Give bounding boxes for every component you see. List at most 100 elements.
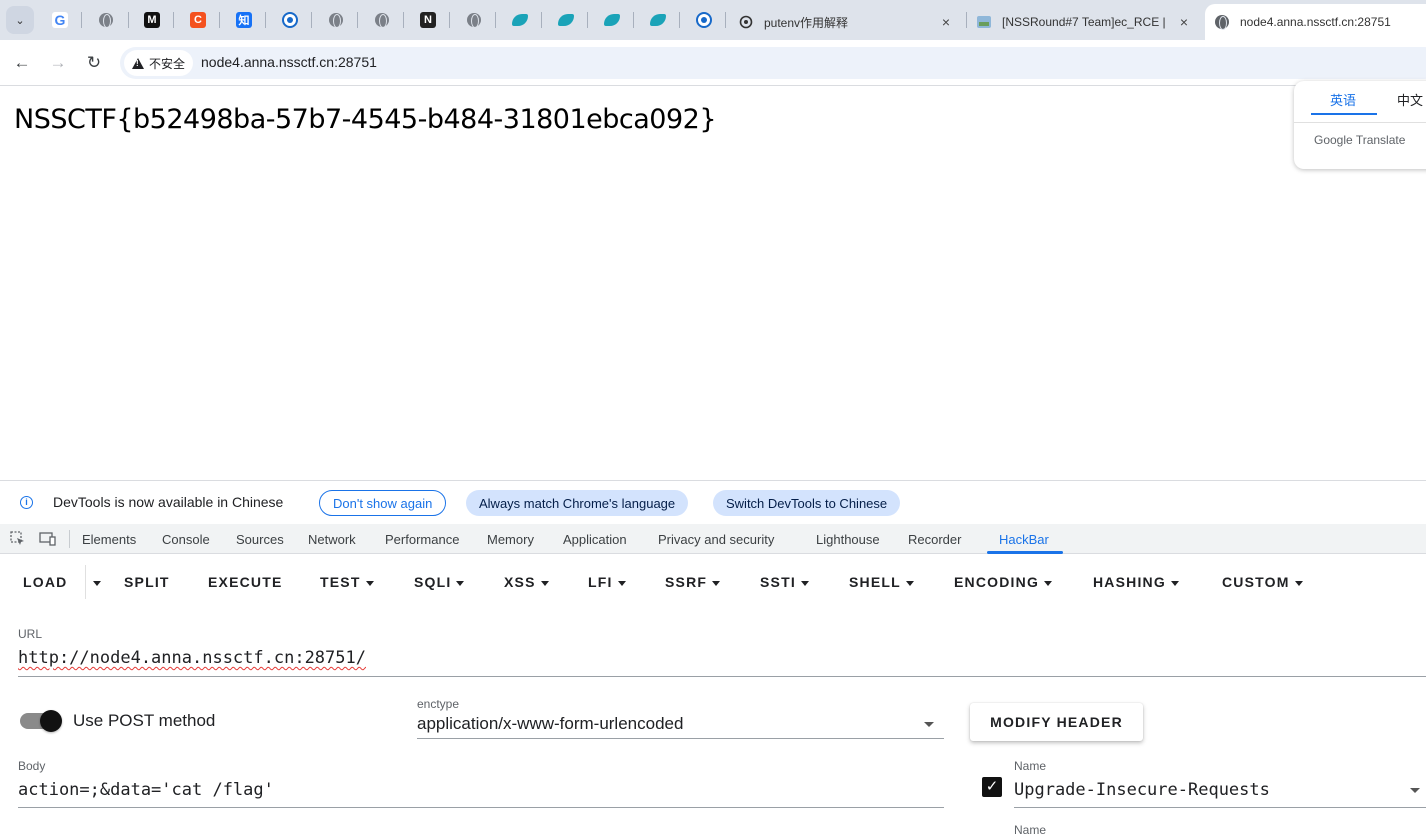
- tab-title: putenv作用解释: [764, 15, 849, 30]
- pinned-tab-circle[interactable]: [694, 10, 714, 30]
- toggle-knob[interactable]: [40, 710, 62, 732]
- pinned-tab-bird[interactable]: [556, 10, 576, 30]
- tab-putenv[interactable]: putenv作用解释 ×: [730, 4, 962, 40]
- page-content: NSSCTF{b52498ba-57b7-4545-b484-31801ebca…: [0, 81, 1426, 479]
- url-underline: [18, 676, 1426, 677]
- pinned-tab-globe[interactable]: [372, 10, 392, 30]
- custom-menu[interactable]: CUSTOM: [1222, 574, 1303, 590]
- circle-logo-icon: [282, 12, 298, 28]
- tab-lighthouse[interactable]: Lighthouse: [816, 532, 880, 547]
- pinned-tab-bird[interactable]: [602, 10, 622, 30]
- pinned-tab-globe[interactable]: [96, 10, 116, 30]
- pinned-tab-medium[interactable]: M: [142, 10, 162, 30]
- ssti-menu[interactable]: SSTI: [760, 574, 809, 590]
- openai-icon: [738, 14, 754, 30]
- csdn-icon: C: [190, 12, 206, 28]
- menu-label: XSS: [504, 574, 536, 590]
- pinned-tab-globe[interactable]: [326, 10, 346, 30]
- sqli-menu[interactable]: SQLI: [414, 574, 465, 590]
- tab-divider: [725, 12, 726, 28]
- forward-button[interactable]: →: [46, 51, 70, 75]
- tab-application[interactable]: Application: [563, 532, 627, 547]
- close-icon[interactable]: ×: [938, 14, 954, 30]
- close-icon[interactable]: ×: [1176, 14, 1192, 30]
- encoding-menu[interactable]: ENCODING: [954, 574, 1053, 590]
- tab-elements[interactable]: Elements: [82, 532, 136, 547]
- security-chip[interactable]: 不安全: [124, 50, 194, 76]
- caret-down-icon: [456, 580, 465, 586]
- xss-menu[interactable]: XSS: [504, 574, 549, 590]
- dropdown-arrow-icon[interactable]: [924, 722, 934, 727]
- caret-down-icon: [1044, 580, 1053, 586]
- switch-devtools-chinese-button[interactable]: Switch DevTools to Chinese: [713, 490, 901, 516]
- tab-search-button[interactable]: ⌄: [6, 6, 34, 34]
- tab-privacy-security[interactable]: Privacy and security: [658, 532, 774, 547]
- modify-header-button[interactable]: MODIFY HEADER: [970, 703, 1143, 741]
- shell-menu[interactable]: SHELL: [849, 574, 914, 590]
- caret-down-icon: [365, 580, 374, 586]
- tab-performance[interactable]: Performance: [385, 532, 459, 547]
- address-bar[interactable]: 不安全 node4.anna.nssctf.cn:28751: [120, 47, 1426, 79]
- tab-recorder[interactable]: Recorder: [908, 532, 961, 547]
- security-label: 不安全: [149, 56, 186, 71]
- caret-down-icon: [800, 580, 809, 586]
- body-input[interactable]: action=;&data='cat /flag': [18, 780, 274, 800]
- pinned-tab-csdn[interactable]: C: [188, 10, 208, 30]
- tab-divider: [587, 12, 588, 28]
- tab-nssround[interactable]: [NSSRound#7 Team]ec_RCE | ×: [968, 4, 1200, 40]
- load-options-dropdown[interactable]: [88, 574, 101, 590]
- translate-tab-chinese[interactable]: 中文: [1397, 90, 1423, 109]
- menu-label: ENCODING: [954, 574, 1040, 590]
- address-url[interactable]: node4.anna.nssctf.cn:28751: [201, 54, 377, 70]
- back-button[interactable]: ←: [10, 51, 34, 75]
- pinned-tab-google[interactable]: G: [50, 10, 70, 30]
- header-name-label: Name: [1014, 823, 1047, 837]
- browser-toolbar: ← → ↻ 不安全 node4.anna.nssctf.cn:28751: [0, 40, 1426, 86]
- inspect-element-icon[interactable]: [10, 531, 26, 547]
- pinned-tab-bird[interactable]: [648, 10, 668, 30]
- tab-hackbar[interactable]: HackBar: [999, 532, 1049, 547]
- test-menu[interactable]: TEST: [320, 574, 374, 590]
- pinned-tab-globe[interactable]: [464, 10, 484, 30]
- dropdown-arrow-icon[interactable]: [1410, 788, 1420, 793]
- hashing-menu[interactable]: HASHING: [1093, 574, 1179, 590]
- load-button[interactable]: LOAD: [23, 574, 67, 590]
- pinned-tab-zhihu[interactable]: 知: [234, 10, 254, 30]
- tab-memory[interactable]: Memory: [487, 532, 534, 547]
- chevron-down-icon: ⌄: [15, 14, 25, 27]
- pinned-tab-notion[interactable]: N: [418, 10, 438, 30]
- header-enabled-checkbox[interactable]: ✓: [982, 777, 1002, 797]
- bird-icon: [650, 14, 666, 26]
- tab-divider: [403, 12, 404, 28]
- pinned-tab-circle[interactable]: [280, 10, 300, 30]
- tab-network[interactable]: Network: [308, 532, 356, 547]
- active-tab-indicator: [987, 551, 1063, 554]
- caret-down-icon: [617, 580, 626, 586]
- dont-show-again-button[interactable]: Don't show again: [319, 490, 447, 516]
- split-button[interactable]: SPLIT: [124, 574, 170, 590]
- enctype-select[interactable]: application/x-www-form-urlencoded: [417, 714, 683, 734]
- lfi-menu[interactable]: LFI: [588, 574, 626, 590]
- translate-tab-indicator: [1311, 113, 1377, 115]
- translate-divider: [1294, 122, 1426, 123]
- medium-icon: M: [144, 12, 160, 28]
- tab-divider: [219, 12, 220, 28]
- translate-tab-english[interactable]: 英语: [1330, 90, 1356, 109]
- enctype-label: enctype: [417, 697, 460, 711]
- pinned-tab-bird[interactable]: [510, 10, 530, 30]
- tab-title: [NSSRound#7 Team]ec_RCE |: [1002, 15, 1166, 29]
- url-input[interactable]: http://node4.anna.nssctf.cn:28751/: [18, 648, 366, 668]
- execute-button[interactable]: EXECUTE: [208, 574, 283, 590]
- ssrf-menu[interactable]: SSRF: [665, 574, 721, 590]
- device-toolbar-icon[interactable]: [39, 531, 56, 547]
- tab-console[interactable]: Console: [162, 532, 210, 547]
- warning-icon: [132, 57, 144, 69]
- devtools-tabbar: Elements Console Sources Network Perform…: [0, 524, 1426, 554]
- header-name-input[interactable]: Upgrade-Insecure-Requests: [1014, 780, 1270, 800]
- caret-down-icon: [1294, 580, 1303, 586]
- always-match-language-button[interactable]: Always match Chrome's language: [466, 490, 689, 516]
- reload-button[interactable]: ↻: [82, 51, 106, 75]
- menu-label: SSTI: [760, 574, 796, 590]
- tab-node4-active[interactable]: node4.anna.nssctf.cn:28751: [1205, 4, 1426, 40]
- tab-sources[interactable]: Sources: [236, 532, 284, 547]
